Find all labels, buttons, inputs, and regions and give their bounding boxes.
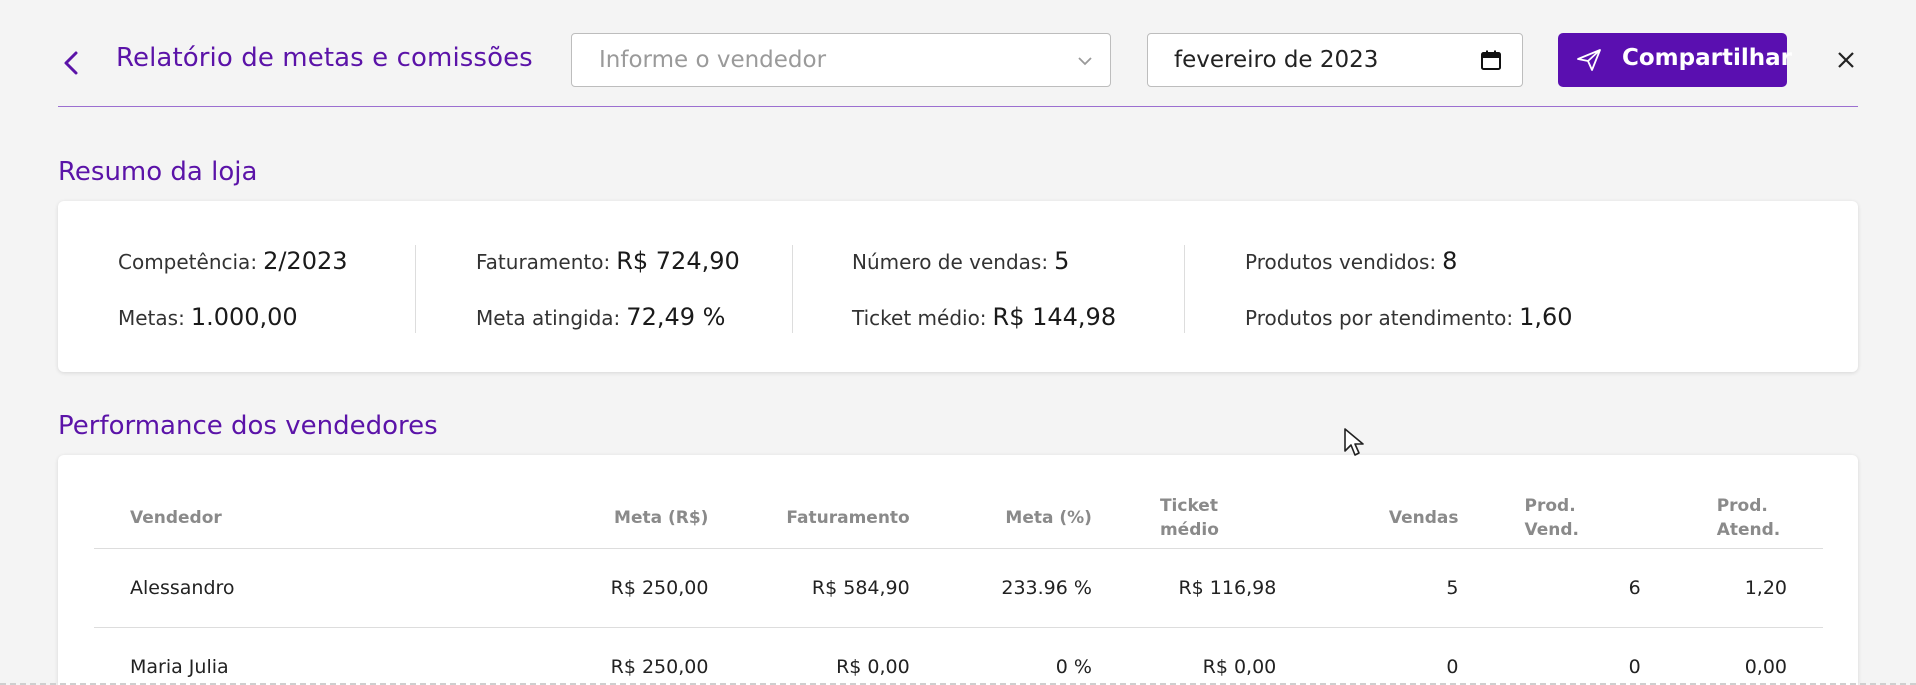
stat-value: R$ 724,90	[616, 247, 740, 275]
stat-label: Competência:	[118, 250, 258, 274]
chevron-left-icon[interactable]	[58, 47, 86, 79]
divider	[792, 245, 793, 333]
store-summary-title: Resumo da loja	[58, 157, 258, 187]
vendor-select[interactable]: Informe o vendedor	[571, 33, 1111, 87]
seller-performance-table: Vendedor Meta (R$) Faturamento Meta (%) …	[94, 455, 1823, 685]
column-header[interactable]: Vendedor	[94, 455, 497, 549]
stat-label: Faturamento:	[476, 250, 611, 274]
report-header: Relatório de metas e comissões Informe o…	[58, 33, 1858, 107]
stat-competencia: Competência: 2/2023	[118, 247, 348, 275]
cell-faturamento: R$ 0,00	[708, 627, 910, 685]
table-header-row: Vendedor Meta (R$) Faturamento Meta (%) …	[94, 455, 1823, 549]
stat-faturamento: Faturamento: R$ 724,90	[476, 247, 740, 275]
chevron-down-icon	[1078, 57, 1092, 66]
stat-metas: Metas: 1.000,00	[118, 303, 298, 331]
column-header[interactable]: Meta (R$)	[496, 455, 709, 549]
stat-produtos-atendimento: Produtos por atendimento: 1,60	[1245, 303, 1573, 331]
column-header[interactable]: Faturamento	[708, 455, 910, 549]
cell-ticket: R$ 0,00	[1091, 627, 1277, 685]
close-icon[interactable]	[1836, 50, 1856, 70]
stat-value: 8	[1442, 247, 1458, 275]
table-row[interactable]: Maria Julia R$ 250,00 R$ 0,00 0 % R$ 0,0…	[94, 627, 1823, 685]
divider	[1184, 245, 1185, 333]
cell-prod-vend: 0	[1458, 627, 1641, 685]
stat-label: Metas:	[118, 306, 185, 330]
cell-meta-pct: 0 %	[909, 627, 1092, 685]
column-header[interactable]: Prod. Atend.	[1640, 455, 1823, 549]
column-header[interactable]: Meta (%)	[909, 455, 1092, 549]
stat-value: 1.000,00	[190, 303, 298, 331]
cell-meta: R$ 250,00	[496, 627, 709, 685]
stat-numero-vendas: Número de vendas: 5	[852, 247, 1069, 275]
calendar-icon[interactable]	[1480, 49, 1502, 71]
cell-vendedor: Alessandro	[94, 548, 497, 628]
stat-value: 72,49 %	[626, 303, 726, 331]
page-title: Relatório de metas e comissões	[116, 43, 533, 73]
stat-value: 2/2023	[263, 247, 348, 275]
cell-vendas: 0	[1276, 627, 1459, 685]
stat-label: Ticket médio:	[852, 306, 987, 330]
send-icon	[1577, 49, 1601, 71]
store-summary-card: Competência: 2/2023 Metas: 1.000,00 Fatura…	[58, 201, 1858, 372]
stat-produtos-vendidos: Produtos vendidos: 8	[1245, 247, 1457, 275]
cell-prod-atend: 0,00	[1640, 627, 1823, 685]
cell-prod-atend: 1,20	[1640, 548, 1823, 628]
period-value: fevereiro de 2023	[1174, 47, 1379, 73]
table-row[interactable]: Alessandro R$ 250,00 R$ 584,90 233.96 % …	[94, 548, 1823, 628]
cell-ticket: R$ 116,98	[1091, 548, 1277, 628]
column-header[interactable]: Ticket médio	[1091, 455, 1277, 549]
period-date-field[interactable]: fevereiro de 2023	[1147, 33, 1523, 87]
share-button[interactable]: Compartilhar	[1558, 33, 1792, 87]
cell-faturamento: R$ 584,90	[708, 548, 910, 628]
stat-value: 1,60	[1519, 303, 1573, 331]
stat-label: Meta atingida:	[476, 306, 621, 330]
stat-label: Número de vendas:	[852, 250, 1049, 274]
seller-performance-card: Vendedor Meta (R$) Faturamento Meta (%) …	[58, 455, 1858, 685]
stat-value: 5	[1054, 247, 1070, 275]
cell-vendas: 5	[1276, 548, 1459, 628]
cell-meta: R$ 250,00	[496, 548, 709, 628]
stat-meta-atingida: Meta atingida: 72,49 %	[476, 303, 725, 331]
cell-vendedor: Maria Julia	[94, 627, 497, 685]
column-header[interactable]: Prod. Vend.	[1458, 455, 1641, 549]
divider	[415, 245, 416, 333]
seller-performance-title: Performance dos vendedores	[58, 411, 438, 441]
share-button-label: Compartilhar	[1622, 45, 1792, 71]
stat-value: R$ 144,98	[992, 303, 1117, 331]
vendor-select-placeholder: Informe o vendedor	[599, 47, 827, 73]
cell-meta-pct: 233.96 %	[909, 548, 1092, 628]
stat-ticket-medio: Ticket médio: R$ 144,98	[852, 303, 1116, 331]
stat-label: Produtos vendidos:	[1245, 250, 1437, 274]
mouse-cursor-icon	[1344, 428, 1364, 456]
column-header[interactable]: Vendas	[1276, 455, 1459, 549]
cell-prod-vend: 6	[1458, 548, 1641, 628]
stat-label: Produtos por atendimento:	[1245, 306, 1514, 330]
